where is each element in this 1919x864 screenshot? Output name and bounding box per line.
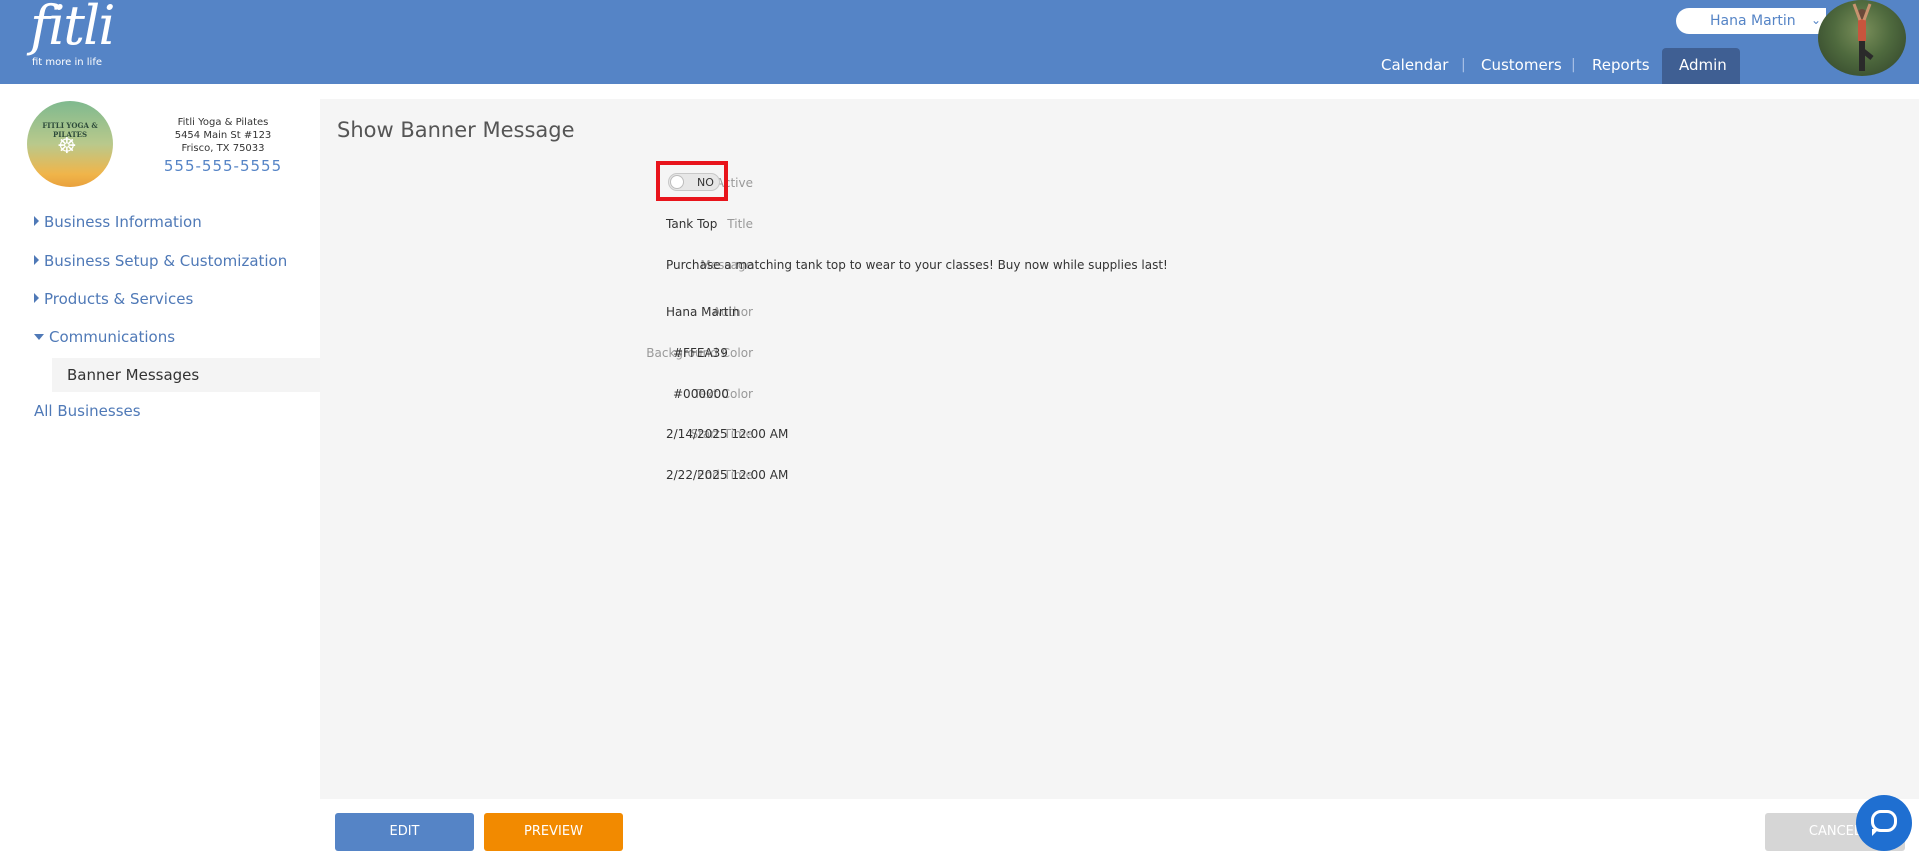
action-bar: EDIT PREVIEW CANCEL (320, 799, 1919, 864)
user-menu[interactable]: Hana Martin ⌄ (1676, 8, 1826, 34)
sidebar-item-products-services[interactable]: Products & Services (34, 290, 193, 308)
toggle-state-label: NO (697, 176, 714, 189)
start-time-value: 2/14/2025 12:00 AM (666, 427, 789, 441)
message-value: Purchase a matching tank top to wear to … (666, 258, 1168, 272)
chat-bubble-icon[interactable] (1856, 795, 1912, 851)
sidebar-item-label: Banner Messages (67, 366, 200, 384)
business-info: Fitli Yoga & Pilates 5454 Main St #123 F… (160, 116, 286, 175)
sidebar-item-all-businesses[interactable]: All Businesses (34, 402, 141, 420)
nav-calendar[interactable]: Calendar (1381, 56, 1448, 74)
title-label: Title (727, 217, 753, 231)
sidebar-item-label: Products & Services (44, 290, 194, 308)
logo-tagline: fit more in life (32, 57, 103, 68)
background-color-value: #FFEA39 (673, 346, 728, 360)
nav-reports[interactable]: Reports (1592, 56, 1650, 74)
sidebar-item-label: Business Information (44, 213, 202, 231)
triangle-right-icon (34, 293, 39, 303)
toggle-knob (670, 175, 684, 189)
nav-separator: | (1571, 57, 1576, 73)
preview-button[interactable]: PREVIEW (484, 813, 623, 851)
triangle-down-icon (34, 334, 44, 340)
triangle-right-icon (34, 216, 39, 226)
sidebar-item-business-information[interactable]: Business Information (34, 213, 202, 231)
meditation-icon: ☸ (57, 134, 77, 159)
chat-bubble-tail (1872, 829, 1879, 836)
avatar-figure-icon (1852, 3, 1874, 71)
app-header: fitli fit more in life Hana Martin ⌄ Cal… (0, 0, 1919, 84)
logo-wordmark: fitli (30, 0, 115, 57)
business-address-line2: Frisco, TX 75033 (181, 143, 265, 154)
active-toggle-highlight: NO (656, 161, 728, 201)
business-logo: FITLI YOGA & PILATES ☸ (27, 101, 113, 187)
sidebar-item-label: All Businesses (34, 402, 141, 420)
sidebar-item-label: Business Setup & Customization (44, 252, 288, 270)
author-value: Hana Martin (666, 305, 740, 319)
sidebar: FITLI YOGA & PILATES ☸ Fitli Yoga & Pila… (0, 84, 320, 864)
title-value: Tank Top (666, 217, 718, 231)
avatar[interactable] (1818, 0, 1906, 76)
end-time-value: 2/22/2025 12:00 AM (666, 468, 789, 482)
nav-customers[interactable]: Customers (1481, 56, 1562, 74)
text-color-value: #000000 (673, 387, 729, 401)
page-title: Show Banner Message (337, 118, 575, 142)
user-name: Hana Martin (1710, 13, 1796, 29)
business-address-line1: 5454 Main St #123 (174, 130, 272, 141)
business-name: Fitli Yoga & Pilates (177, 117, 269, 128)
sidebar-item-banner-messages[interactable]: Banner Messages (52, 358, 320, 392)
edit-button[interactable]: EDIT (335, 813, 474, 851)
sidebar-item-communications[interactable]: Communications (34, 328, 175, 346)
nav-admin[interactable]: Admin (1679, 56, 1727, 74)
triangle-right-icon (34, 255, 39, 265)
nav-separator: | (1461, 57, 1466, 73)
sidebar-item-business-setup[interactable]: Business Setup & Customization (34, 252, 287, 270)
main-content: Show Banner Message Active NO Title Tank… (320, 99, 1919, 799)
business-phone[interactable]: 555-555-5555 (160, 157, 286, 175)
sidebar-item-label: Communications (49, 328, 176, 346)
active-toggle[interactable]: NO (668, 173, 720, 191)
fitli-logo[interactable]: fitli fit more in life (12, 0, 115, 72)
